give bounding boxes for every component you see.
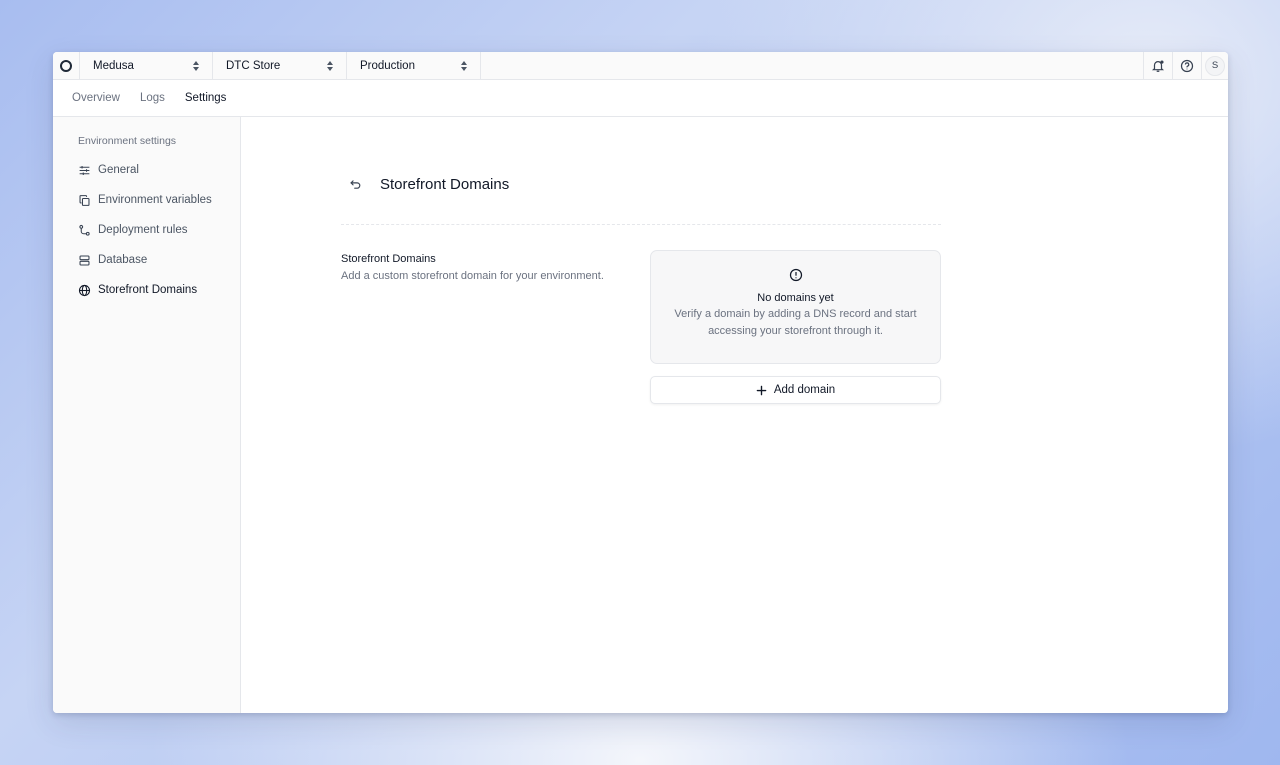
app-window: Medusa DTC Store Production S Overview L… (53, 52, 1228, 713)
tab-settings[interactable]: Settings (185, 92, 227, 104)
app-logo[interactable] (53, 52, 79, 79)
project-selector-label: DTC Store (226, 59, 281, 72)
environment-selector[interactable]: Production (347, 52, 481, 79)
empty-state-text: Verify a domain by adding a DNS record a… (674, 308, 917, 337)
sidebar-item-label: General (98, 164, 139, 176)
sidebar-item-label: Database (98, 254, 148, 266)
help-button[interactable] (1172, 52, 1201, 79)
settings-sidebar: Environment settings General Environment… (53, 117, 241, 713)
tab-bar: Overview Logs Settings (53, 80, 1228, 117)
sidebar-item-label: Environment variables (98, 194, 212, 206)
back-arrow-icon (349, 179, 360, 189)
bell-icon (1151, 59, 1165, 72)
main-content: Storefront Domains Storefront Domains Ad… (241, 117, 1228, 713)
chevron-up-down-icon (193, 60, 199, 71)
git-branch-icon (79, 224, 90, 236)
divider (341, 224, 941, 225)
page-title: Storefront Domains (380, 175, 510, 193)
sidebar-item-environment-variables[interactable]: Environment variables (53, 185, 240, 215)
help-icon (1180, 59, 1194, 72)
add-domain-button[interactable]: Add domain (650, 376, 941, 404)
page-header: Storefront Domains (346, 175, 509, 193)
environment-selector-label: Production (360, 59, 415, 72)
empty-state-title: No domains yet (757, 292, 834, 304)
org-selector-label: Medusa (93, 59, 134, 72)
sidebar-title: Environment settings (78, 135, 177, 147)
copy-icon (79, 194, 90, 206)
logo-icon (60, 59, 72, 72)
section-description: Add a custom storefront domain for your … (341, 270, 604, 282)
top-bar: Medusa DTC Store Production S (53, 52, 1228, 80)
sidebar-item-database[interactable]: Database (53, 245, 240, 275)
empty-state-card: No domains yet Verify a domain by adding… (650, 250, 941, 364)
plus-icon (756, 385, 767, 395)
tab-logs[interactable]: Logs (140, 92, 165, 104)
sidebar-item-general[interactable]: General (53, 155, 240, 185)
tab-overview[interactable]: Overview (72, 92, 120, 104)
org-selector[interactable]: Medusa (79, 52, 213, 79)
user-menu[interactable]: S (1201, 52, 1228, 79)
sliders-icon (79, 165, 90, 175)
project-selector[interactable]: DTC Store (213, 52, 347, 79)
database-icon (79, 255, 90, 265)
chevron-up-down-icon (461, 60, 467, 71)
avatar: S (1205, 55, 1225, 76)
sidebar-item-label: Storefront Domains (98, 284, 198, 296)
chevron-up-down-icon (327, 60, 333, 71)
sidebar-item-deployment-rules[interactable]: Deployment rules (53, 215, 240, 245)
sidebar-item-label: Deployment rules (98, 224, 188, 236)
back-button[interactable] (346, 175, 364, 193)
add-domain-label: Add domain (773, 384, 836, 396)
globe-icon (78, 284, 91, 296)
alert-circle-icon (789, 268, 802, 282)
notifications-button[interactable] (1143, 52, 1172, 79)
sidebar-item-storefront-domains[interactable]: Storefront Domains (53, 275, 240, 305)
section-title: Storefront Domains (341, 253, 436, 265)
